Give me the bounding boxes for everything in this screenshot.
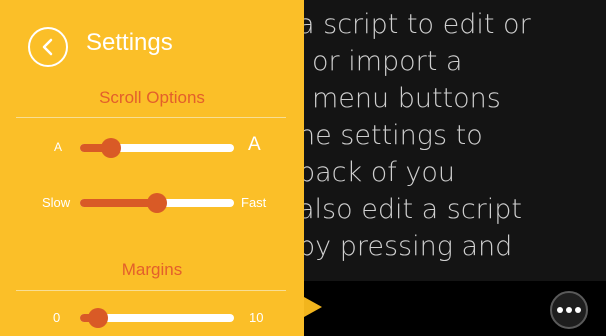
more-options-icon — [575, 307, 581, 313]
speed-max-label: Fast — [241, 195, 267, 210]
back-button[interactable] — [28, 27, 68, 67]
more-options-icon — [557, 307, 563, 313]
slider-fill — [80, 199, 157, 207]
play-marker-icon — [304, 297, 322, 317]
divider — [16, 290, 286, 291]
margins-max-label: 10 — [249, 310, 264, 325]
script-text: a script to edit or or import a menu but… — [298, 6, 606, 265]
section-header-scroll-options: Scroll Options — [99, 88, 205, 107]
chevron-left-icon — [42, 38, 53, 56]
script-line: or import a — [312, 46, 463, 77]
settings-panel: Settings Scroll Options A A Slow Fast Ma… — [0, 0, 304, 336]
margins-slider[interactable] — [80, 308, 234, 328]
more-options-icon — [566, 307, 572, 313]
script-line: a script to edit or — [298, 9, 531, 40]
text-size-max-label: A — [248, 134, 261, 155]
scroll-speed-slider[interactable] — [80, 193, 234, 213]
margins-min-label: 0 — [53, 310, 61, 325]
script-line: by pressing and — [298, 231, 513, 262]
script-line: back of you — [298, 157, 455, 188]
script-line: menu buttons — [312, 83, 501, 114]
script-line: also edit a script — [298, 194, 523, 225]
page-title: Settings — [86, 29, 173, 56]
section-header-margins: Margins — [121, 260, 183, 279]
slider-thumb[interactable] — [100, 138, 121, 158]
text-size-slider[interactable] — [80, 138, 234, 158]
text-size-min-label: A — [54, 140, 63, 154]
speed-min-label: Slow — [42, 195, 71, 210]
divider — [16, 117, 286, 118]
slider-thumb[interactable] — [147, 193, 167, 213]
slider-thumb[interactable] — [88, 308, 109, 328]
script-line: he settings to — [298, 120, 483, 151]
more-options-button[interactable] — [550, 291, 588, 329]
